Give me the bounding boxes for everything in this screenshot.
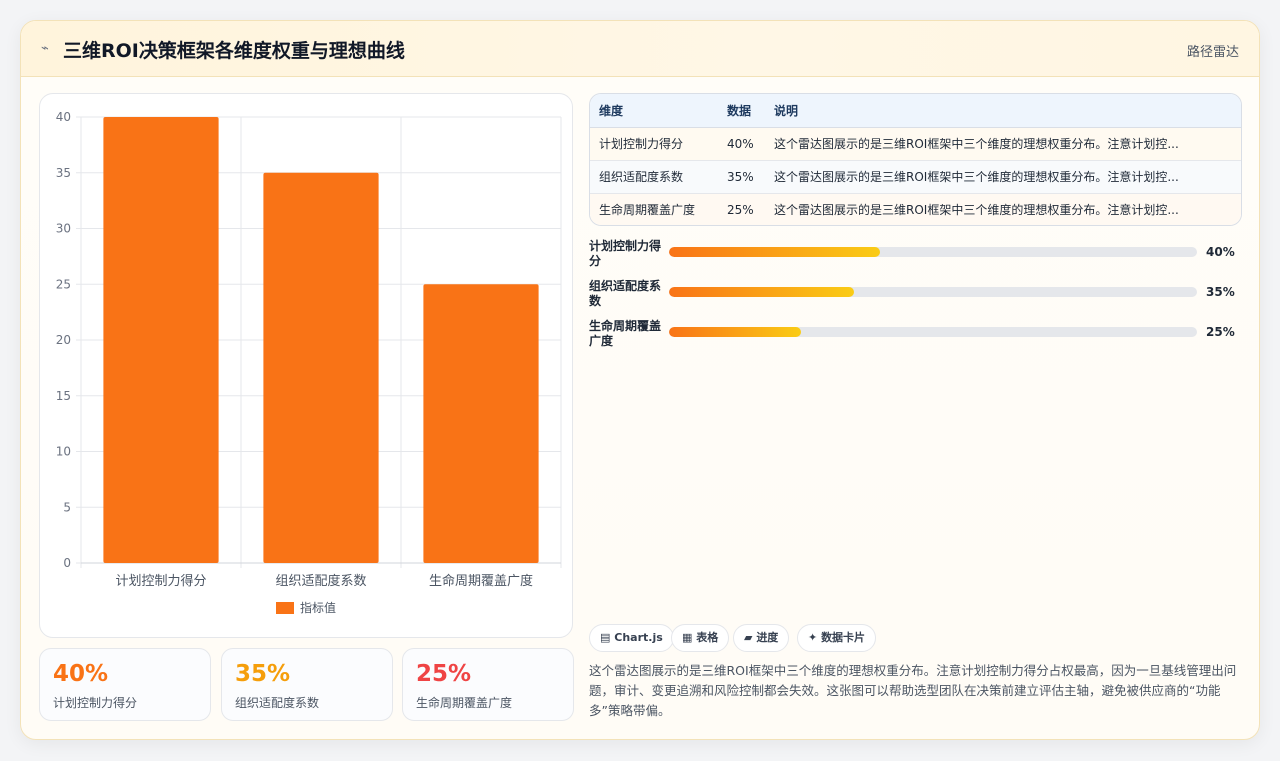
column-header: 说明 bbox=[765, 94, 1241, 128]
table-cell: 这个雷达图展示的是三维ROI框架中三个维度的理想权重分布。注意计划控... bbox=[765, 160, 1241, 194]
legend-label: 指标值 bbox=[300, 600, 336, 615]
chip-label: 数据卡片 bbox=[821, 631, 866, 644]
y-tick-label: 30 bbox=[56, 222, 71, 236]
stat-label: 计划控制力得分 bbox=[53, 696, 138, 710]
bar bbox=[263, 172, 379, 563]
x-tick-label: 组织适配度系数 bbox=[275, 573, 366, 589]
chip-label: Chart.js bbox=[614, 631, 663, 644]
progress-label: 生命周期覆盖广度 bbox=[589, 319, 662, 348]
y-tick-label: 40 bbox=[56, 110, 71, 124]
table-row: 组织适配度系数 35% 这个雷达图展示的是三维ROI框架中三个维度的理想权重分布… bbox=[590, 160, 1241, 194]
description-text: 这个雷达图展示的是三维ROI框架中三个维度的理想权重分布。注意计划控制力得分占权… bbox=[589, 663, 1237, 718]
progress-icon: ▰ bbox=[744, 631, 753, 644]
chip-label: 表格 bbox=[696, 631, 719, 644]
stat-value: 35% bbox=[235, 661, 291, 687]
table-header-row: 维度 数据 说明 bbox=[590, 94, 1241, 128]
chip-progress[interactable]: ▰ 进度 bbox=[733, 624, 790, 652]
progress-value: 40% bbox=[1206, 245, 1235, 259]
table-cell: 生命周期覆盖广度 bbox=[590, 193, 718, 225]
stat-card: 40% 计划控制力得分 bbox=[39, 648, 211, 721]
table-icon: ▦ bbox=[682, 631, 693, 644]
stat-card: 35% 组织适配度系数 bbox=[221, 648, 393, 721]
progress-track bbox=[669, 287, 1197, 297]
chip-chartjs[interactable]: ▤ Chart.js bbox=[589, 624, 674, 652]
progress-label: 计划控制力得分 bbox=[589, 239, 662, 268]
table-cell: 计划控制力得分 bbox=[590, 127, 718, 161]
y-tick-label: 25 bbox=[56, 277, 71, 291]
table-row: 生命周期覆盖广度 25% 这个雷达图展示的是三维ROI框架中三个维度的理想权重分… bbox=[590, 193, 1241, 225]
bar bbox=[423, 284, 539, 563]
progress-value: 35% bbox=[1206, 285, 1235, 299]
progress-row: 生命周期覆盖广度 25% bbox=[589, 319, 1251, 355]
card-header: ⌁ 三维ROI决策框架各维度权重与理想曲线 路径雷达 bbox=[21, 21, 1259, 77]
chart-icon: ▤ bbox=[600, 631, 611, 644]
table-cell: 这个雷达图展示的是三维ROI框架中三个维度的理想权重分布。注意计划控... bbox=[765, 193, 1241, 225]
sparkle-icon: ✦ bbox=[808, 631, 818, 644]
data-table: 维度 数据 说明 计划控制力得分 40% 这个雷达图展示的是三维ROI框架中三个… bbox=[589, 93, 1242, 226]
stat-value: 25% bbox=[416, 661, 472, 687]
progress-row: 计划控制力得分 40% bbox=[589, 239, 1251, 275]
x-tick-label: 计划控制力得分 bbox=[115, 573, 206, 589]
bar bbox=[103, 117, 219, 563]
stat-card: 25% 生命周期覆盖广度 bbox=[402, 648, 574, 721]
y-tick-label: 5 bbox=[63, 500, 71, 514]
stat-label: 组织适配度系数 bbox=[235, 696, 320, 710]
progress-fill bbox=[669, 247, 881, 257]
table-cell: 40% bbox=[718, 127, 765, 161]
stat-label: 生命周期覆盖广度 bbox=[416, 696, 513, 710]
legend-swatch bbox=[276, 602, 294, 614]
page-title: 三维ROI决策框架各维度权重与理想曲线 bbox=[63, 40, 405, 62]
column-header: 维度 bbox=[590, 94, 718, 128]
progress-fill bbox=[669, 287, 854, 297]
header-tag[interactable]: 路径雷达 bbox=[1187, 41, 1239, 60]
bar-chart-panel: 0 5 10 15 20 25 30 35 40 计划控制力得分 组织适配度系数 生命周期覆盖广度指标… bbox=[39, 93, 573, 638]
chip-table[interactable]: ▦ 表格 bbox=[671, 624, 730, 652]
y-tick-label: 15 bbox=[56, 389, 71, 403]
table-row: 计划控制力得分 40% 这个雷达图展示的是三维ROI框架中三个维度的理想权重分布… bbox=[590, 127, 1241, 161]
stat-value: 40% bbox=[53, 661, 109, 687]
y-tick-label: 10 bbox=[56, 445, 71, 459]
progress-track bbox=[669, 327, 1197, 337]
x-tick-label: 生命周期覆盖广度 bbox=[429, 573, 533, 589]
y-tick-label: 0 bbox=[63, 556, 71, 570]
progress-row: 组织适配度系数 35% bbox=[589, 279, 1251, 315]
table-cell: 组织适配度系数 bbox=[590, 160, 718, 194]
y-tick-label: 35 bbox=[56, 166, 71, 180]
bar-chart: 0 5 10 15 20 25 30 35 40 计划控制力得分 组织适配度系数 生命周期覆盖广度指标… bbox=[56, 110, 562, 615]
progress-label: 组织适配度系数 bbox=[589, 279, 662, 308]
chip-data-cards[interactable]: ✦ 数据卡片 bbox=[797, 624, 877, 652]
column-header: 数据 bbox=[718, 94, 765, 128]
dashboard-card: ⌁ 三维ROI决策框架各维度权重与理想曲线 路径雷达 0 5 10 15 20 25 30 3… bbox=[20, 20, 1260, 740]
lightning-icon: ⌁ bbox=[41, 41, 49, 56]
progress-track bbox=[669, 247, 1197, 257]
progress-value: 25% bbox=[1206, 325, 1235, 339]
y-tick-label: 20 bbox=[56, 333, 71, 347]
table-cell: 35% bbox=[718, 160, 765, 194]
table-cell: 这个雷达图展示的是三维ROI框架中三个维度的理想权重分布。注意计划控... bbox=[765, 127, 1241, 161]
chip-label: 进度 bbox=[756, 631, 779, 644]
progress-fill bbox=[669, 327, 801, 337]
table-cell: 25% bbox=[718, 193, 765, 225]
